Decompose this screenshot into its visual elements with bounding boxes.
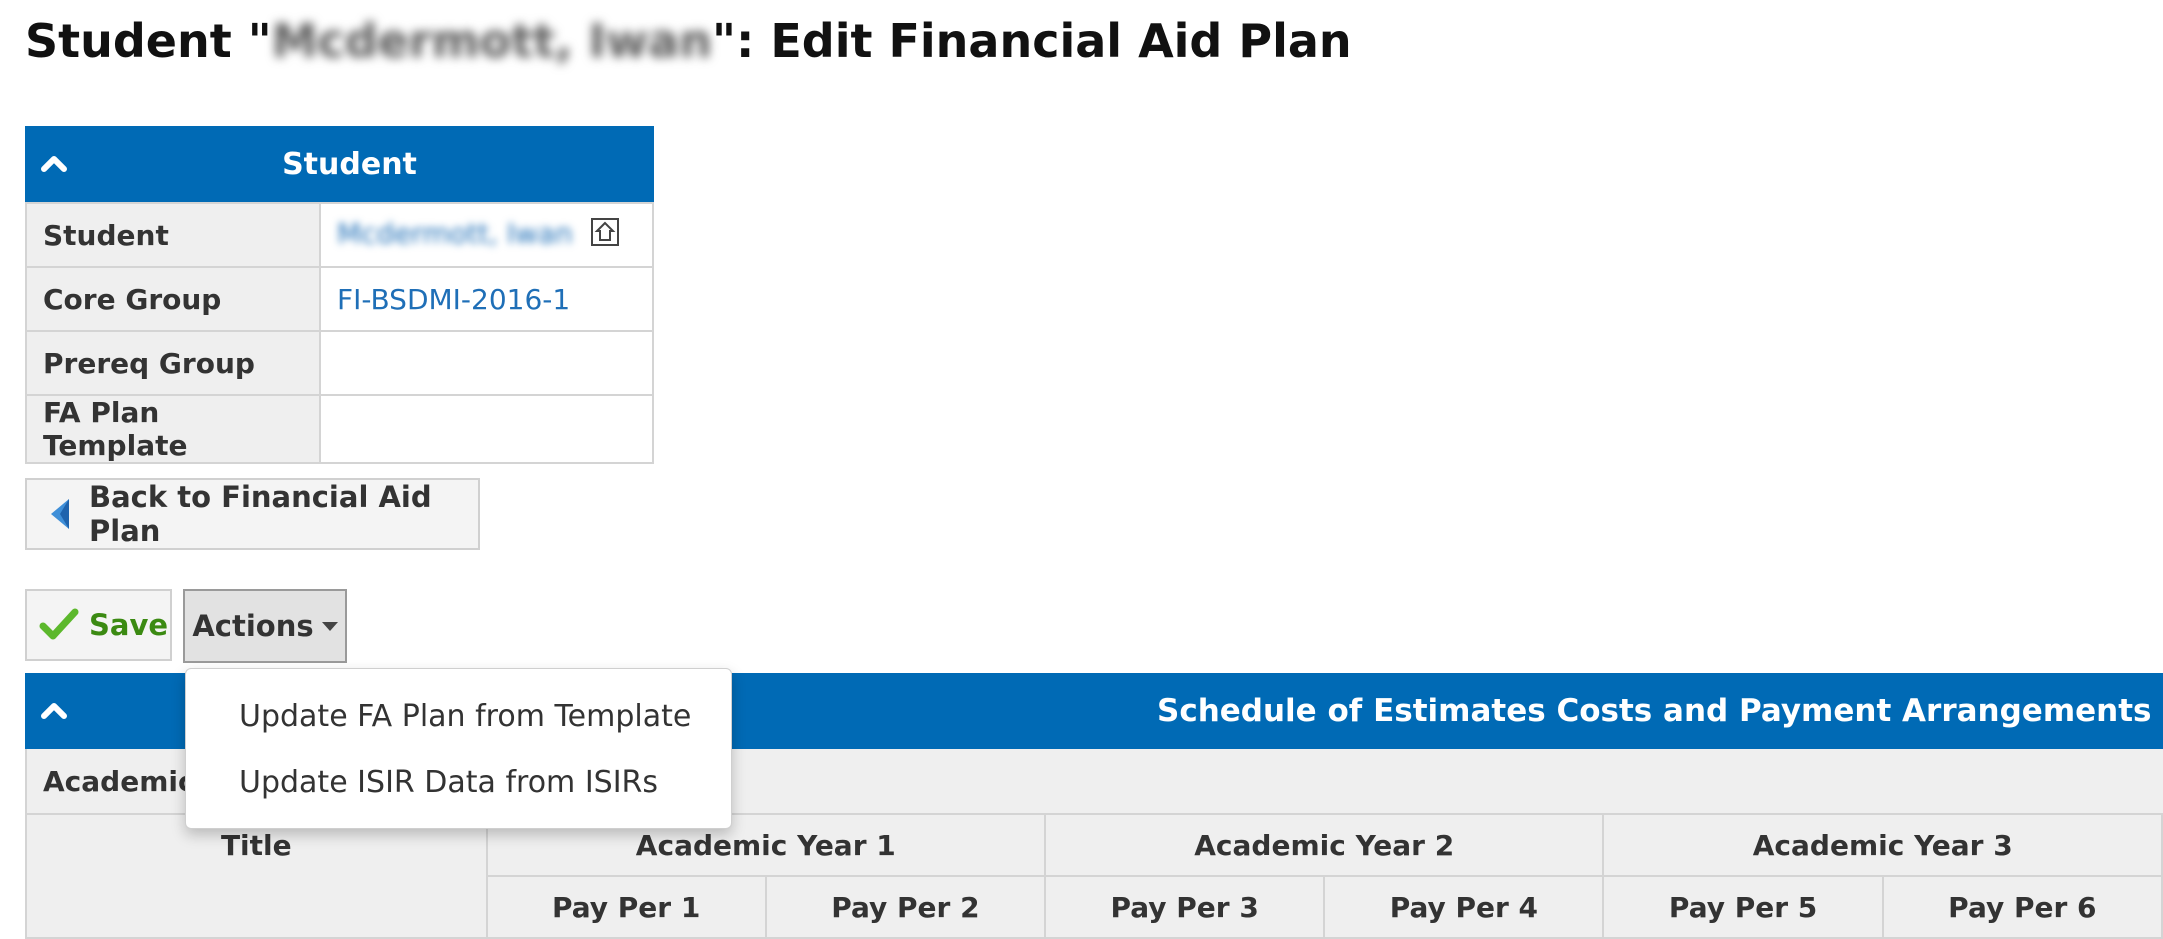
academic-year-header: Academic Year 3: [1602, 813, 2163, 877]
table-row: Prereq Group: [25, 330, 654, 396]
back-button-label: Back to Financial Aid Plan: [89, 480, 432, 548]
row-label: Prereq Group: [25, 330, 321, 396]
table-row: FA Plan Template: [25, 394, 654, 464]
student-name-blurred: Mcdermott, Iwan: [271, 14, 712, 68]
save-button[interactable]: Save: [25, 589, 172, 661]
schedule-panel-title: Schedule of Estimates Costs and Payment …: [1157, 693, 2152, 729]
pay-period-header: Pay Per 5: [1602, 875, 1884, 939]
page-title: Student "Mcdermott, Iwan": Edit Financia…: [25, 14, 1352, 68]
pay-period-header: Pay Per 2: [764, 875, 1047, 939]
pay-period-header: Pay Per 6: [1881, 875, 2163, 939]
student-panel: Student Student Mcdermott, Iwan Core Gro…: [25, 126, 654, 464]
page-title-prefix: Student ": [25, 14, 272, 68]
student-name-link[interactable]: Mcdermott, Iwan: [337, 217, 573, 250]
menu-item-update-fa-plan-from-template[interactable]: Update FA Plan from Template: [186, 683, 731, 749]
academic-label: Academic: [43, 764, 195, 798]
table-row: Core Group FI-BSDMI-2016-1: [25, 266, 654, 332]
back-arrow-icon: [49, 497, 71, 531]
menu-item-update-isir-data-from-isirs[interactable]: Update ISIR Data from ISIRs: [186, 749, 731, 815]
caret-down-icon: [321, 621, 338, 631]
chevron-up-icon[interactable]: [39, 148, 69, 178]
schedule-table: Title Academic Year 1 Academic Year 2 Ac…: [25, 813, 2163, 939]
row-value: FI-BSDMI-2016-1: [319, 266, 654, 332]
pay-period-header: Pay Per 1: [485, 875, 767, 939]
back-to-financial-aid-plan-button[interactable]: Back to Financial Aid Plan: [25, 478, 480, 550]
academic-year-header: Academic Year 2: [1044, 813, 1605, 877]
student-panel-header: Student: [25, 126, 654, 202]
pay-period-header: Pay Per 3: [1044, 875, 1326, 939]
row-label: Student: [25, 202, 321, 268]
save-button-label: Save: [89, 608, 169, 642]
row-label: Core Group: [25, 266, 321, 332]
actions-button-label: Actions: [192, 609, 314, 643]
row-value: Mcdermott, Iwan: [319, 202, 654, 268]
row-label: FA Plan Template: [25, 394, 321, 464]
pay-period-header: Pay Per 4: [1323, 875, 1605, 939]
chevron-up-icon[interactable]: [39, 695, 69, 725]
table-row: Student Mcdermott, Iwan: [25, 202, 654, 268]
core-group-link[interactable]: FI-BSDMI-2016-1: [337, 283, 570, 316]
student-info-table: Student Mcdermott, Iwan Core Group FI-BS…: [25, 202, 654, 464]
row-value: [319, 394, 654, 464]
actions-dropdown-menu: Update FA Plan from Template Update ISIR…: [185, 668, 732, 829]
title-column-header: Title: [25, 813, 488, 939]
home-icon[interactable]: [590, 217, 620, 254]
checkmark-icon: [39, 608, 79, 642]
row-value: [319, 330, 654, 396]
page-title-suffix: ": Edit Financial Aid Plan: [711, 14, 1352, 68]
actions-dropdown-button[interactable]: Actions: [183, 589, 347, 663]
student-panel-title: Student: [282, 146, 417, 182]
